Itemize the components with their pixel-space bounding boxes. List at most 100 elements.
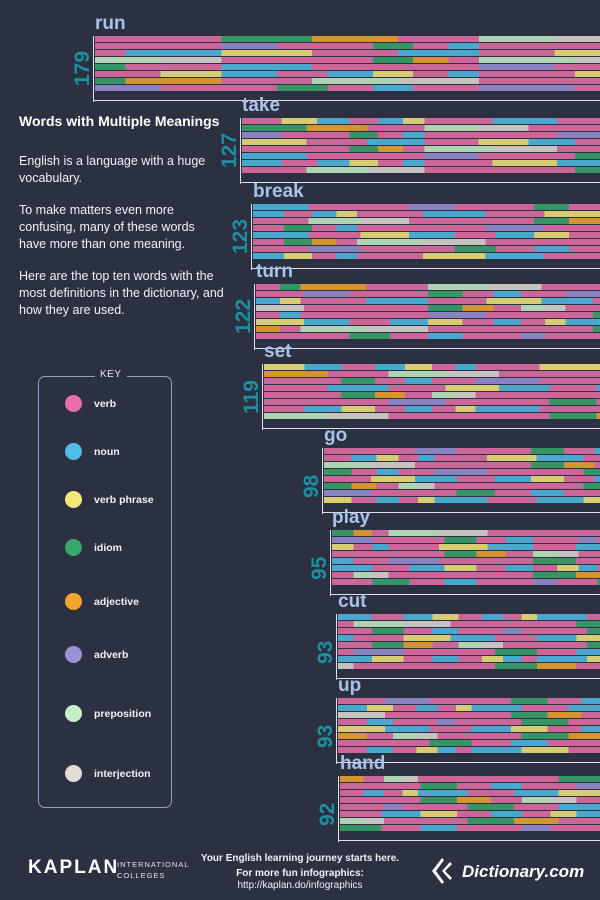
meaning-stripe (256, 305, 600, 311)
meaning-stripe (95, 57, 600, 63)
legend-item-preposition: preposition (65, 705, 151, 722)
meaning-stripe (338, 712, 600, 718)
word-label: go (324, 425, 348, 446)
meaning-stripe (253, 204, 600, 210)
meaning-stripe (242, 160, 600, 166)
definition-count: 122 (232, 298, 255, 334)
definition-count: 123 (229, 218, 252, 254)
meaning-stripe (324, 490, 600, 496)
meaning-stripe (256, 333, 600, 339)
meaning-stripe (338, 705, 600, 711)
legend-item-verb-phrase: verb phrase (65, 491, 154, 508)
legend-title: KEY (95, 369, 127, 380)
meaning-stripe (340, 790, 600, 796)
legend-label: adjective (94, 595, 139, 608)
meaning-stripe (95, 50, 600, 56)
legend-label: noun (94, 445, 120, 458)
legend-label: interjection (94, 767, 151, 780)
meaning-stripe (264, 392, 600, 398)
meaning-stripe (338, 621, 600, 627)
word-label: cut (338, 591, 367, 612)
meaning-stripe (253, 253, 600, 259)
kaplan-logo: KAPLAN (28, 857, 120, 878)
meaning-stripe (332, 565, 600, 571)
meaning-stripe (253, 246, 600, 252)
meaning-stripe (242, 167, 600, 173)
meaning-stripe (324, 455, 600, 461)
meaning-stripe (95, 36, 600, 42)
definition-count: 95 (308, 556, 331, 580)
word-label: set (264, 341, 292, 362)
meaning-stripe (253, 211, 600, 217)
meaning-stripe (95, 64, 600, 70)
meaning-bar (324, 448, 600, 508)
meaning-stripe (340, 825, 600, 831)
meaning-stripe (324, 497, 600, 503)
meaning-stripe (324, 483, 600, 489)
page-title: Words with Multiple Meanings (19, 113, 220, 129)
meaning-bar (338, 614, 600, 674)
meaning-stripe (95, 85, 600, 91)
intro-paragraph: To make matters even more confusing, man… (19, 203, 195, 251)
verb-phrase-swatch (65, 491, 82, 508)
meaning-bar (338, 698, 600, 758)
bar-baseline (336, 678, 600, 679)
meaning-stripe (338, 649, 600, 655)
legend-item-verb: verb (65, 395, 116, 412)
kaplan-logo-sub: INTERNATIONAL (117, 860, 190, 869)
meaning-stripe (264, 413, 600, 419)
preposition-swatch (65, 705, 82, 722)
footer-tagline: Your English learning journey starts her… (200, 853, 400, 864)
noun-swatch (65, 443, 82, 460)
meaning-stripe (242, 132, 600, 138)
footer-link[interactable]: http://kaplan.do/infographics (200, 880, 400, 891)
meaning-stripe (253, 225, 600, 231)
meaning-stripe (332, 558, 600, 564)
bar-axis (338, 776, 339, 842)
meaning-stripe (338, 614, 600, 620)
definition-count: 93 (314, 724, 337, 748)
intro-paragraph: Here are the top ten words with the most… (19, 269, 224, 317)
legend-item-adjective: adjective (65, 593, 139, 610)
word-label: run (95, 13, 126, 34)
legend-item-noun: noun (65, 443, 120, 460)
meaning-stripe (332, 579, 600, 585)
word-label: play (332, 507, 371, 528)
meaning-stripe (340, 776, 600, 782)
meaning-bar (95, 36, 600, 96)
intro-paragraph: English is a language with a huge vocabu… (19, 154, 206, 185)
meaning-stripe (338, 635, 600, 641)
meaning-stripe (338, 740, 600, 746)
meaning-stripe (264, 371, 600, 377)
meaning-stripe (338, 733, 600, 739)
legend-item-interjection: interjection (65, 765, 151, 782)
meaning-stripe (253, 218, 600, 224)
bar-baseline (254, 348, 600, 349)
meaning-stripe (253, 239, 600, 245)
word-label: turn (256, 261, 293, 282)
definition-count: 92 (316, 802, 339, 826)
meaning-stripe (324, 476, 600, 482)
definition-count: 119 (240, 380, 263, 414)
word-label: take (242, 95, 281, 116)
word-label: up (338, 675, 362, 696)
meaning-bar (264, 364, 600, 424)
legend-label: verb (94, 397, 117, 410)
meaning-bar (253, 204, 600, 264)
word-label: break (253, 181, 304, 202)
meaning-bar (332, 530, 600, 590)
meaning-stripe (242, 146, 600, 152)
meaning-stripe (340, 811, 600, 817)
meaning-stripe (338, 628, 600, 634)
bar-baseline (93, 100, 600, 101)
legend-box: KEY verb noun verb phrase idiom adjectiv… (38, 369, 172, 808)
meaning-stripe (256, 284, 600, 290)
adverb-swatch (65, 646, 82, 663)
meaning-stripe (340, 804, 600, 810)
definition-count: 93 (314, 640, 337, 664)
bar-baseline (338, 840, 600, 841)
legend-item-adverb: adverb (65, 646, 128, 663)
definition-count: 98 (300, 474, 323, 498)
meaning-stripe (264, 364, 600, 370)
bar-axis (240, 118, 241, 184)
